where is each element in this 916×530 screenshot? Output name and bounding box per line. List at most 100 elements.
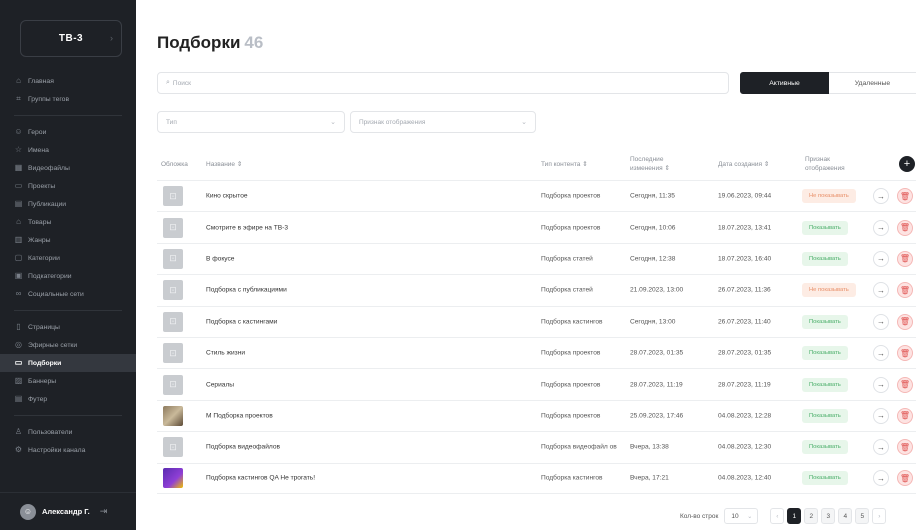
channel-switcher[interactable]: ТВ-3 › bbox=[20, 20, 122, 57]
prev-page-button[interactable]: ‹ bbox=[770, 508, 785, 524]
page-button[interactable]: 3 bbox=[821, 508, 836, 524]
col-type[interactable]: Тип контента ⇕ bbox=[541, 160, 588, 169]
add-collection-button[interactable]: + bbox=[899, 156, 915, 172]
page-button[interactable]: 1 bbox=[787, 508, 802, 524]
next-page-button[interactable]: › bbox=[872, 508, 887, 524]
sidebar-item[interactable]: ▢ Категории bbox=[0, 249, 136, 267]
row-modified: 28.07.2023, 01:35 bbox=[630, 349, 684, 357]
sidebar-item[interactable]: ▭ Подборки bbox=[0, 354, 136, 372]
col-display-line1: Признак bbox=[805, 156, 830, 163]
row-name[interactable]: Сериалы bbox=[206, 380, 234, 389]
table-row[interactable]: ⊡ Подборка с кастингами Подборка кастингов… bbox=[157, 305, 916, 337]
trash-icon[interactable]: 🗑 bbox=[897, 439, 913, 456]
logout-icon[interactable]: ⇥ bbox=[100, 506, 108, 517]
col-name[interactable]: Название ⇕ bbox=[206, 160, 242, 169]
page-button[interactable]: 2 bbox=[804, 508, 819, 524]
arrow-right-icon[interactable]: → bbox=[873, 219, 889, 236]
arrow-right-icon[interactable]: → bbox=[873, 188, 889, 205]
table-row[interactable]: ⊡ В фокусе Подборка статей Сегодня, 12:38 18… bbox=[157, 242, 916, 274]
sidebar-item-label: Подкатегории bbox=[28, 272, 72, 280]
sidebar-item[interactable]: ▣ Подкатегории bbox=[0, 267, 136, 285]
sidebar-item[interactable]: ☺ Герои bbox=[0, 123, 136, 141]
trash-icon[interactable]: 🗑 bbox=[897, 345, 913, 362]
row-modified: Сегодня, 10:06 bbox=[630, 224, 676, 232]
type-filter-select[interactable]: Тип ⌄ bbox=[157, 111, 345, 133]
row-created: 18.07.2023, 13:41 bbox=[718, 224, 772, 232]
row-name[interactable]: Кино скрытое bbox=[206, 192, 248, 201]
row-type: Подборка проектов bbox=[541, 412, 601, 420]
sidebar-item[interactable]: ∞ Социальные сети bbox=[0, 285, 136, 303]
row-name[interactable]: Стиль жизни bbox=[206, 349, 245, 358]
sidebar-item-label: Имена bbox=[28, 146, 49, 154]
trash-icon[interactable]: 🗑 bbox=[897, 188, 913, 205]
sidebar-item[interactable]: ⌂ Товары bbox=[0, 213, 136, 231]
row-name[interactable]: Подборка видеофайлов bbox=[206, 443, 280, 452]
arrow-right-icon[interactable]: → bbox=[873, 250, 889, 267]
table-header: Обложка Название ⇕ Тип контента ⇕ Послед… bbox=[157, 148, 916, 178]
cover-thumbnail: ⊡ bbox=[163, 186, 183, 207]
arrow-right-icon[interactable]: → bbox=[873, 407, 889, 424]
sidebar-item[interactable]: ☆ Имена bbox=[0, 141, 136, 159]
sidebar-item[interactable]: ⌂ Главная bbox=[0, 72, 136, 90]
sidebar-item[interactable]: ▦ Видеофайлы bbox=[0, 159, 136, 177]
sidebar-item[interactable]: ⚙ Настройки канала bbox=[0, 441, 136, 459]
display-filter-select[interactable]: Признак отображения ⌄ bbox=[350, 111, 536, 133]
sidebar-item[interactable]: ▨ Баннеры bbox=[0, 372, 136, 390]
row-name[interactable]: Подборка кастингов QA Не трогать! bbox=[206, 474, 315, 483]
tab-active[interactable]: Активные bbox=[740, 72, 829, 94]
table-row[interactable]: ⊡ Смотрите в эфире на ТВ-3 Подборка проект… bbox=[157, 211, 916, 242]
col-created[interactable]: Дата создания ⇕ bbox=[718, 160, 769, 169]
type-filter-placeholder: Тип bbox=[166, 118, 177, 126]
sidebar-item[interactable]: ▤ Публикации bbox=[0, 195, 136, 213]
row-name[interactable]: В фокусе bbox=[206, 254, 234, 263]
col-modified[interactable]: Последние изменения ⇕ bbox=[630, 155, 670, 173]
sidebar-item-label: Социальные сети bbox=[28, 290, 84, 298]
arrow-right-icon[interactable]: → bbox=[873, 345, 889, 362]
sidebar-item[interactable]: ▯ Страницы bbox=[0, 318, 136, 336]
sidebar-item[interactable]: ◎ Эфирные сетки bbox=[0, 336, 136, 354]
trash-icon[interactable]: 🗑 bbox=[897, 376, 913, 393]
row-name[interactable]: Подборка с кастингами bbox=[206, 317, 277, 326]
trash-icon[interactable]: 🗑 bbox=[897, 250, 913, 267]
table-row[interactable]: ⊡ Кино скрытое Подборка проектов Сегодня, 1… bbox=[157, 180, 916, 211]
row-name[interactable]: М Подборка проектов bbox=[206, 411, 273, 420]
rows-per-page-select[interactable]: 10 ⌄ bbox=[724, 508, 759, 524]
table-row[interactable]: ⊡ Стиль жизни Подборка проектов 28.07.2023,… bbox=[157, 336, 916, 368]
tab-deleted[interactable]: Удаленные bbox=[829, 72, 916, 94]
sidebar-item[interactable]: ⌗ Группы тегов bbox=[0, 90, 136, 108]
page-button[interactable]: 5 bbox=[855, 508, 870, 524]
arrow-right-icon[interactable]: → bbox=[873, 439, 889, 456]
arrow-right-icon[interactable]: → bbox=[873, 313, 889, 330]
avatar-icon[interactable]: ☺ bbox=[20, 503, 36, 520]
trash-icon[interactable]: 🗑 bbox=[897, 470, 913, 487]
display-filter-placeholder: Признак отображения bbox=[359, 118, 426, 126]
sidebar-item[interactable]: ▤ Футер bbox=[0, 390, 136, 408]
row-name[interactable]: Подборка с публикациями bbox=[206, 286, 287, 295]
table-row[interactable]: М Подборка проектов Подборка проектов 25.0… bbox=[157, 399, 916, 431]
sidebar-item[interactable]: ♙ Пользователи bbox=[0, 423, 136, 441]
page-button[interactable]: 4 bbox=[838, 508, 853, 524]
sidebar-item[interactable]: ▭ Проекты bbox=[0, 177, 136, 195]
search-input[interactable]: ⌕ Поиск bbox=[157, 72, 729, 94]
table-row[interactable]: ⊡ Сериалы Подборка проектов 28.07.2023, 11:… bbox=[157, 368, 916, 399]
page-list: 12345 bbox=[787, 508, 872, 524]
table-row[interactable]: Подборка кастингов QA Не трогать! Подборк… bbox=[157, 462, 916, 494]
arrow-right-icon[interactable]: → bbox=[873, 470, 889, 487]
trash-icon[interactable]: 🗑 bbox=[897, 313, 913, 330]
cover-thumbnail bbox=[163, 405, 183, 426]
table-row[interactable]: ⊡ Подборка с публикациями Подборка статей 2… bbox=[157, 274, 916, 305]
trash-icon[interactable]: 🗑 bbox=[897, 407, 913, 424]
row-modified: 21.09.2023, 13:00 bbox=[630, 286, 684, 294]
row-name[interactable]: Смотрите в эфире на ТВ-3 bbox=[206, 223, 288, 232]
trash-icon[interactable]: 🗑 bbox=[897, 282, 913, 299]
sidebar-item[interactable]: ▥ Жанры bbox=[0, 231, 136, 249]
page-icon: ▯ bbox=[16, 322, 21, 331]
table-row[interactable]: ⊡ Подборка видеофайлов Подборка видеофайл … bbox=[157, 431, 916, 462]
cover-thumbnail: ⊡ bbox=[163, 248, 183, 269]
arrow-right-icon[interactable]: → bbox=[873, 376, 889, 393]
arrow-right-icon[interactable]: → bbox=[873, 282, 889, 299]
sidebar-item-label: Баннеры bbox=[28, 377, 57, 385]
user-name: Александр Г. bbox=[42, 507, 90, 516]
trash-icon[interactable]: 🗑 bbox=[897, 219, 913, 236]
sidebar-item-label: Публикации bbox=[28, 200, 67, 208]
